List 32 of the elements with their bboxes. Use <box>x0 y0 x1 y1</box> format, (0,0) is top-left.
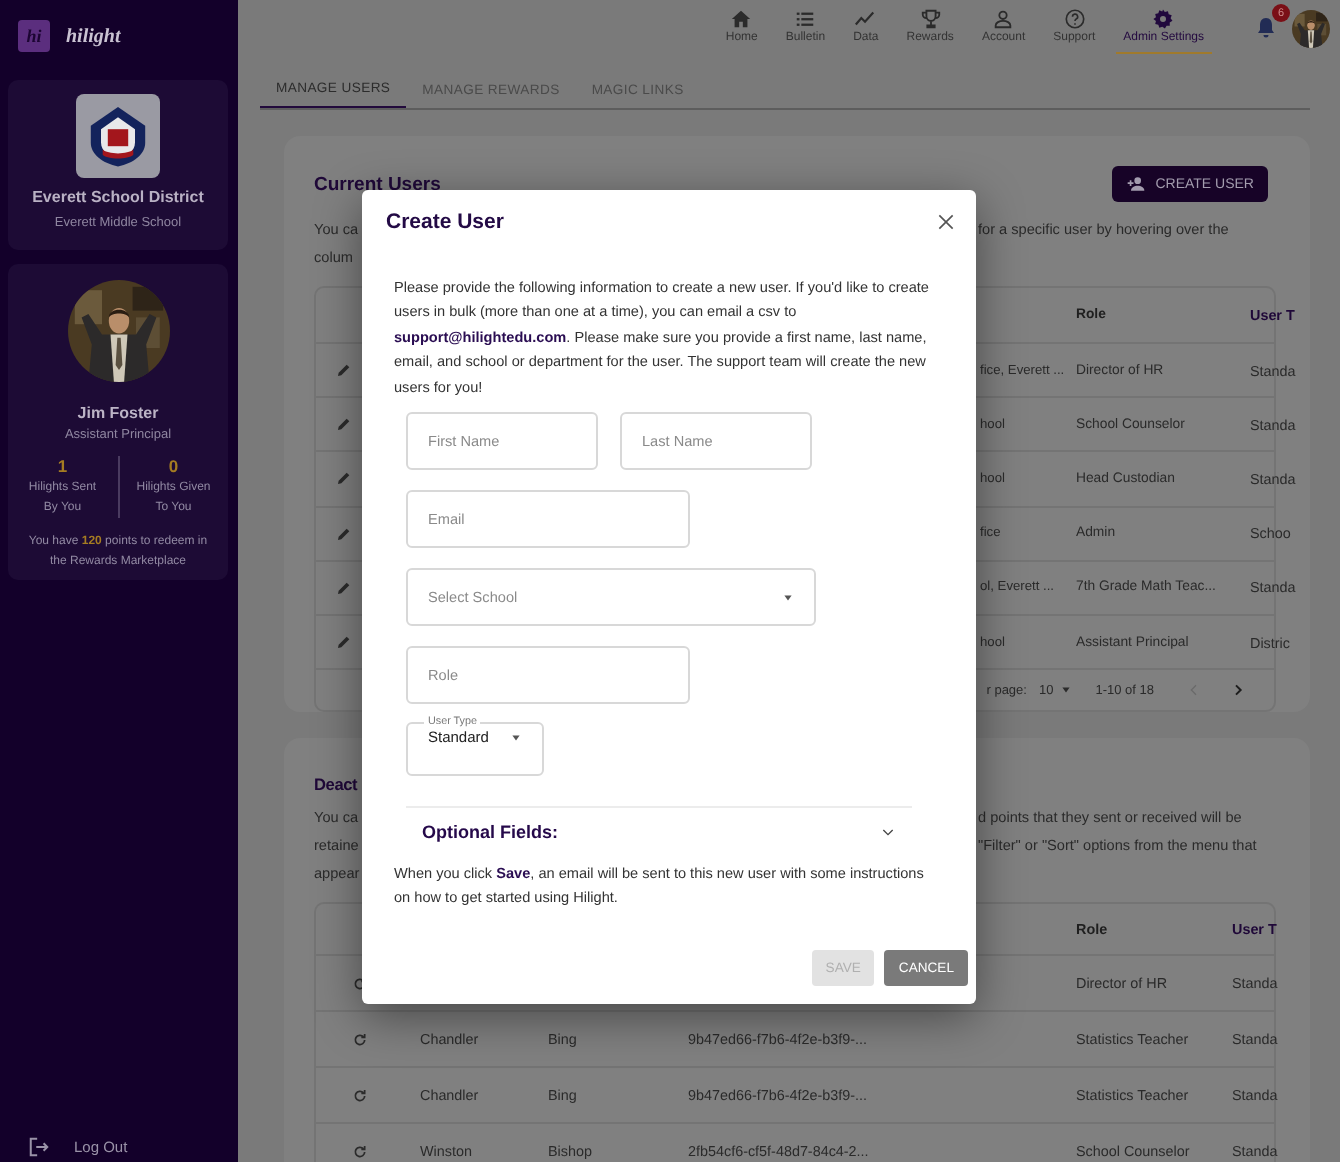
user-name: Jim Foster <box>77 404 159 422</box>
settings-icon <box>1152 8 1175 30</box>
person-add-icon <box>1125 174 1146 194</box>
pencil-icon[interactable] <box>336 416 352 433</box>
bell-icon[interactable] <box>1254 14 1278 42</box>
list-icon <box>794 8 817 30</box>
brand-name: hilight <box>66 25 121 47</box>
pencil-icon[interactable] <box>336 362 352 379</box>
person-icon <box>992 8 1015 30</box>
stat-value: 1 <box>57 456 68 476</box>
pencil-icon[interactable] <box>336 579 352 596</box>
district-name: Everett School District <box>32 188 204 206</box>
optional-fields-toggle[interactable]: Optional Fields: <box>406 806 912 857</box>
close-icon[interactable] <box>936 212 956 232</box>
section-title: Deact <box>314 774 360 795</box>
logout-icon <box>28 1135 50 1157</box>
section-title: Current Users <box>314 173 441 195</box>
home-icon <box>730 8 753 30</box>
caret-down-icon <box>510 731 522 744</box>
caret-down-icon <box>1059 684 1072 697</box>
line-chart-icon <box>854 8 877 30</box>
caret-down-icon <box>782 591 794 604</box>
dialog-title: Create User <box>386 210 504 234</box>
pencil-icon[interactable] <box>336 634 352 651</box>
help-icon <box>1063 8 1086 30</box>
next-page-icon[interactable] <box>1230 682 1246 699</box>
pencil-icon[interactable] <box>336 525 352 542</box>
chevron-down-icon <box>880 824 896 841</box>
pencil-icon[interactable] <box>336 470 352 487</box>
logo-mark: hi <box>18 20 50 52</box>
trophy-icon <box>919 8 942 30</box>
stat-value: 0 <box>168 456 179 476</box>
